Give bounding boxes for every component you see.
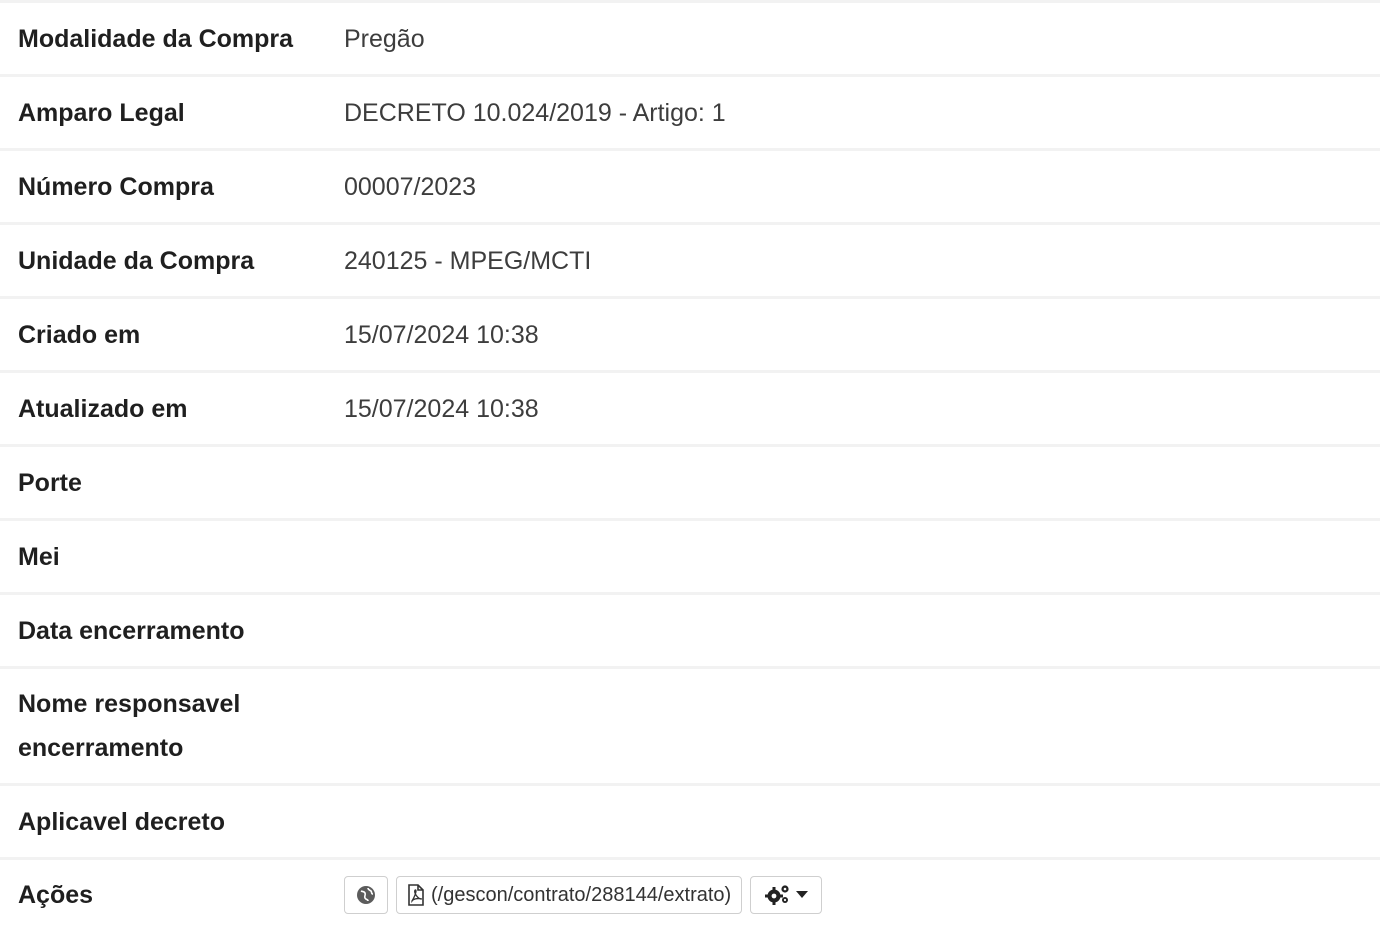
detail-row-atualizado-em: Atualizado em 15/07/2024 10:38 xyxy=(0,371,1380,446)
actions-group: (/gescon/contrato/288144/extrato) xyxy=(344,876,1362,915)
detail-label: Porte xyxy=(18,468,82,497)
extrato-link-text: (/gescon/contrato/288144/extrato) xyxy=(431,884,732,907)
detail-value: 00007/2023 xyxy=(344,172,477,201)
detail-label: Mei xyxy=(18,542,60,571)
detail-value: Pregão xyxy=(344,24,425,53)
file-pdf-icon xyxy=(407,884,425,907)
extrato-pdf-link[interactable]: (/gescon/contrato/288144/extrato) xyxy=(396,876,743,915)
detail-row-criado-em: Criado em 15/07/2024 10:38 xyxy=(0,297,1380,372)
globe-icon xyxy=(356,885,376,905)
detail-row-nome-responsavel: Nome responsavel encerramento xyxy=(0,667,1380,785)
detail-label: Aplicavel decreto xyxy=(18,807,226,836)
options-dropdown-button[interactable] xyxy=(750,876,823,915)
detail-label: Data encerramento xyxy=(18,616,245,645)
globe-button[interactable] xyxy=(344,876,388,915)
detail-value xyxy=(326,520,1380,594)
purchase-details-table: Modalidade da Compra Pregão Amparo Legal… xyxy=(0,0,1380,931)
detail-label: Número Compra xyxy=(18,172,214,201)
detail-label: Amparo Legal xyxy=(18,98,185,127)
detail-label: Ações xyxy=(18,881,94,910)
detail-value: DECRETO 10.024/2019 - Artigo: 1 xyxy=(344,98,726,127)
detail-row-data-encerramento: Data encerramento xyxy=(0,593,1380,668)
detail-label: Atualizado em xyxy=(18,394,188,423)
detail-row-modalidade: Modalidade da Compra Pregão xyxy=(0,1,1380,76)
cogs-icon xyxy=(764,884,792,906)
detail-value xyxy=(326,668,1380,785)
detail-row-porte: Porte xyxy=(0,445,1380,520)
actions-cell: (/gescon/contrato/288144/extrato) xyxy=(326,859,1380,931)
detail-value: 240125 - MPEG/MCTI xyxy=(344,246,592,275)
caret-down-icon xyxy=(796,891,809,899)
detail-row-numero-compra: Número Compra 00007/2023 xyxy=(0,149,1380,224)
detail-label: Criado em xyxy=(18,320,141,349)
detail-row-amparo-legal: Amparo Legal DECRETO 10.024/2019 - Artig… xyxy=(0,75,1380,150)
detail-value xyxy=(326,446,1380,520)
detail-row-acoes: Ações (/gescon/contrato/288144/extrato) xyxy=(0,858,1380,931)
detail-row-aplicavel-decreto: Aplicavel decreto xyxy=(0,784,1380,859)
detail-value: 15/07/2024 10:38 xyxy=(344,320,539,349)
detail-label: Nome responsavel encerramento xyxy=(18,690,241,762)
detail-row-mei: Mei xyxy=(0,519,1380,594)
detail-label: Unidade da Compra xyxy=(18,246,255,275)
detail-value: 15/07/2024 10:38 xyxy=(344,394,539,423)
detail-row-unidade-compra: Unidade da Compra 240125 - MPEG/MCTI xyxy=(0,223,1380,298)
detail-label: Modalidade da Compra xyxy=(18,24,294,53)
detail-value xyxy=(326,785,1380,859)
detail-value xyxy=(326,594,1380,668)
